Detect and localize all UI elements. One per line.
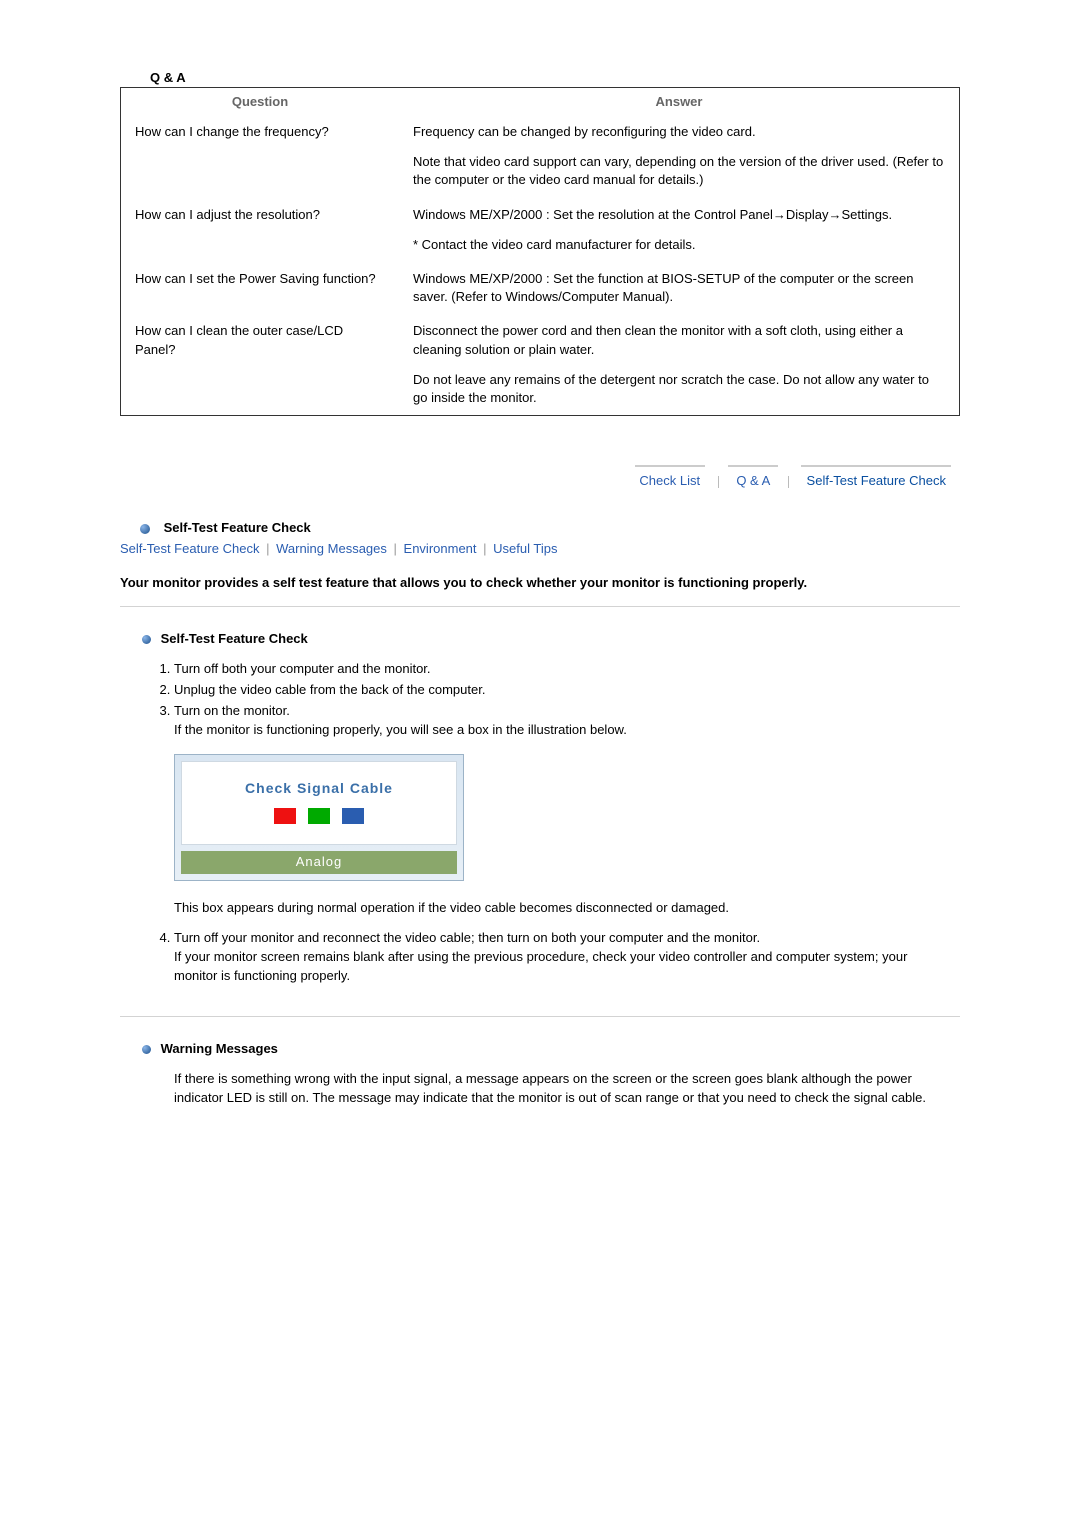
step-1: Turn off both your computer and the moni… xyxy=(174,660,940,679)
self-test-sub-heading: Self-Test Feature Check xyxy=(161,631,308,646)
qa-answer: Windows ME/XP/2000 : Set the resolution … xyxy=(399,198,960,262)
tab-label: Self-Test Feature Check xyxy=(793,471,960,490)
qa-header-row: Question Answer xyxy=(121,88,960,116)
self-test-steps: Turn off both your computer and the moni… xyxy=(152,660,960,986)
red-square-icon xyxy=(274,808,296,824)
analog-label: Analog xyxy=(181,851,457,874)
tab-label: Check List xyxy=(625,471,714,490)
table-row: How can I adjust the resolution? Windows… xyxy=(121,198,960,262)
step-3-note: This box appears during normal operation… xyxy=(174,899,940,918)
step-3: Turn on the monitor. If the monitor is f… xyxy=(174,702,940,918)
anchor-warning-messages[interactable]: Warning Messages xyxy=(276,541,387,556)
qa-answer-line: Do not leave any remains of the detergen… xyxy=(413,371,945,407)
qa-question: How can I set the Power Saving function? xyxy=(121,262,400,314)
anchor-links: Self-Test Feature Check | Warning Messag… xyxy=(120,541,960,556)
divider xyxy=(120,606,960,607)
bullet-icon xyxy=(140,524,150,534)
qa-question: How can I clean the outer case/LCD Panel… xyxy=(121,314,400,415)
self-test-intro: Your monitor provides a self test featur… xyxy=(120,574,960,592)
qa-answer-line: Windows ME/XP/2000 : Set the resolution … xyxy=(413,206,945,224)
qa-answer-line: * Contact the video card manufacturer fo… xyxy=(413,236,945,254)
anchor-separator: | xyxy=(263,541,272,556)
qa-answer-line: Note that video card support can vary, d… xyxy=(413,153,945,189)
qa-answer-line: Windows ME/XP/2000 : Set the function at… xyxy=(413,270,945,306)
color-squares xyxy=(182,808,456,830)
check-signal-cable-box: Check Signal Cable Analog xyxy=(174,754,464,881)
self-test-heading: Self-Test Feature Check xyxy=(164,520,311,535)
step-4-line1: Turn off your monitor and reconnect the … xyxy=(174,930,760,945)
qa-table: Question Answer How can I change the fre… xyxy=(120,87,960,416)
self-test-heading-row: Self-Test Feature Check xyxy=(120,520,960,535)
warning-heading-row: Warning Messages xyxy=(142,1041,960,1056)
tab-separator xyxy=(788,476,789,488)
warning-text: If there is something wrong with the inp… xyxy=(174,1070,940,1108)
self-test-sub-heading-row: Self-Test Feature Check xyxy=(142,631,960,646)
anchor-separator: | xyxy=(480,541,489,556)
check-signal-text: Check Signal Cable xyxy=(182,778,456,798)
qa-answer: Disconnect the power cord and then clean… xyxy=(399,314,960,415)
step-4: Turn off your monitor and reconnect the … xyxy=(174,929,940,986)
tab-check-list[interactable]: Check List xyxy=(625,456,714,490)
qa-answer-line: Frequency can be changed by reconfigurin… xyxy=(413,123,945,141)
tab-separator xyxy=(718,476,719,488)
tab-self-test[interactable]: Self-Test Feature Check xyxy=(793,456,960,490)
qa-header-answer: Answer xyxy=(399,88,960,116)
check-signal-inner: Check Signal Cable xyxy=(181,761,457,845)
table-row: How can I set the Power Saving function?… xyxy=(121,262,960,314)
tab-qa[interactable]: Q & A xyxy=(722,456,784,490)
qa-header-question: Question xyxy=(121,88,400,116)
warning-heading: Warning Messages xyxy=(161,1041,278,1056)
qa-answer: Windows ME/XP/2000 : Set the function at… xyxy=(399,262,960,314)
anchor-useful-tips[interactable]: Useful Tips xyxy=(493,541,557,556)
step-4-line2: If your monitor screen remains blank aft… xyxy=(174,949,907,983)
page-content: Q & A Question Answer How can I change t… xyxy=(120,0,960,1168)
tab-label: Q & A xyxy=(722,471,784,490)
green-square-icon xyxy=(308,808,330,824)
qa-title: Q & A xyxy=(120,70,960,85)
table-row: How can I change the frequency? Frequenc… xyxy=(121,115,960,198)
divider xyxy=(120,1016,960,1017)
bullet-icon xyxy=(142,635,151,644)
anchor-self-test[interactable]: Self-Test Feature Check xyxy=(120,541,259,556)
qa-answer-line: Disconnect the power cord and then clean… xyxy=(413,322,945,358)
anchor-separator: | xyxy=(391,541,400,556)
bullet-icon xyxy=(142,1045,151,1054)
qa-question: How can I adjust the resolution? xyxy=(121,198,400,262)
warning-messages-section: Warning Messages If there is something w… xyxy=(120,1041,960,1108)
qa-answer: Frequency can be changed by reconfigurin… xyxy=(399,115,960,198)
step-3-line1: Turn on the monitor. xyxy=(174,703,290,718)
blue-square-icon xyxy=(342,808,364,824)
qa-question: How can I change the frequency? xyxy=(121,115,400,198)
table-row: How can I clean the outer case/LCD Panel… xyxy=(121,314,960,415)
anchor-environment[interactable]: Environment xyxy=(404,541,477,556)
step-3-line2: If the monitor is functioning properly, … xyxy=(174,722,627,737)
tab-nav: Check List Q & A Self-Test Feature Check xyxy=(120,456,960,490)
step-2: Unplug the video cable from the back of … xyxy=(174,681,940,700)
